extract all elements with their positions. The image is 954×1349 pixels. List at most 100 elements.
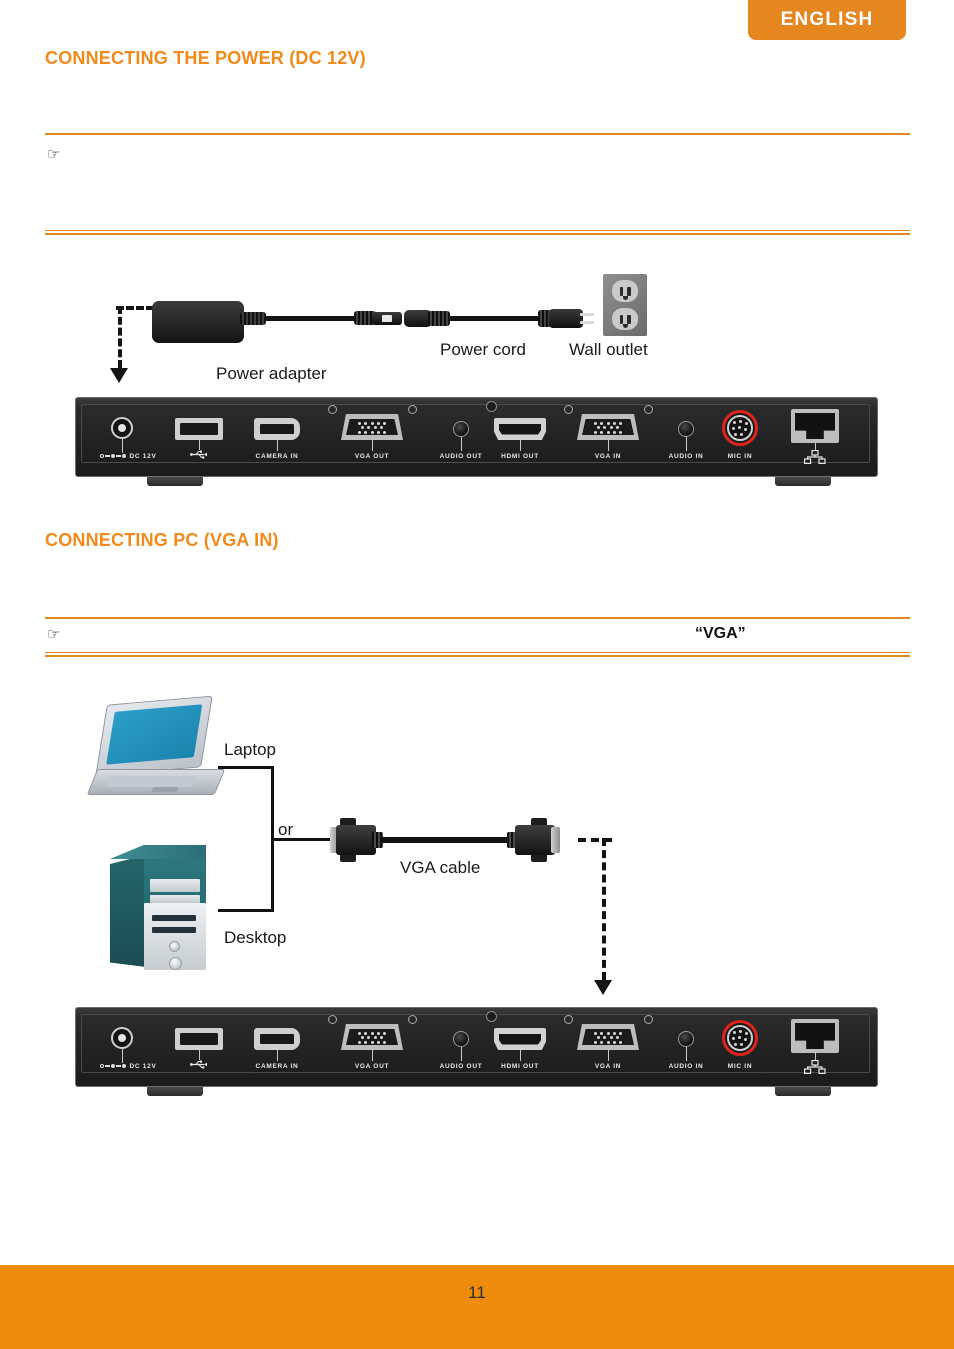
vga-in-screw-right bbox=[644, 1015, 653, 1024]
mic-in-connector bbox=[727, 1025, 753, 1051]
section-heading-power: CONNECTING THE POWER (DC 12V) bbox=[45, 48, 366, 68]
manual-page: ENGLISH CONNECTING THE POWER (DC 12V) ☞ bbox=[0, 0, 954, 1349]
note-box-power: ☞ bbox=[45, 133, 910, 235]
note-rule-top bbox=[45, 133, 910, 135]
label-wall-outlet: Wall outlet bbox=[569, 340, 648, 359]
power-cord-wire bbox=[448, 316, 546, 321]
label-desktop: Desktop bbox=[224, 928, 287, 947]
port-label-camera-in: CAMERA IN bbox=[255, 453, 299, 460]
port-label-vga-out: VGA OUT bbox=[354, 453, 390, 460]
note-rule-top bbox=[45, 617, 910, 619]
bracket-arm-laptop bbox=[218, 766, 274, 769]
panel-foot-right bbox=[775, 1087, 831, 1096]
port-stem-usb bbox=[199, 440, 200, 450]
port-camera-in bbox=[254, 418, 300, 440]
usb-icon bbox=[190, 450, 207, 459]
vga-cable-wire bbox=[380, 837, 514, 843]
panel-screw bbox=[486, 401, 497, 412]
label-power-cord: Power cord bbox=[440, 340, 526, 359]
port-stem-camera bbox=[277, 440, 278, 451]
note-text-vga: “VGA” bbox=[695, 625, 746, 642]
pointing-hand-icon: ☞ bbox=[47, 626, 61, 643]
port-usb bbox=[175, 1028, 223, 1050]
port-rj45-lan bbox=[791, 409, 839, 443]
port-stem-hdmi bbox=[520, 440, 521, 451]
vga-out-screw-right bbox=[408, 405, 417, 414]
note-rule-bottom-thin bbox=[45, 652, 910, 653]
port-mic-in bbox=[722, 1020, 758, 1056]
vga-cable-connector-left bbox=[328, 818, 384, 862]
panel-foot-left bbox=[147, 477, 203, 486]
port-label-audio-in: AUDIO IN bbox=[668, 1063, 704, 1070]
port-label-audio-in: AUDIO IN bbox=[668, 453, 704, 460]
page-footer: 11 bbox=[0, 1265, 954, 1349]
desktop-tower-illustration bbox=[110, 845, 210, 970]
port-label-audio-out: AUDIO OUT bbox=[439, 1063, 483, 1070]
port-usb bbox=[175, 418, 223, 440]
vga-in-screw-right bbox=[644, 405, 653, 414]
bracket-arm-desktop bbox=[218, 909, 274, 912]
port-stem-vga-out bbox=[372, 1050, 373, 1061]
panel-foot-left bbox=[147, 1087, 203, 1096]
vga-out-screw-left bbox=[328, 405, 337, 414]
port-label-vga-in: VGA IN bbox=[594, 453, 622, 460]
panel-screw bbox=[486, 1011, 497, 1022]
port-hdmi-out bbox=[494, 1028, 546, 1050]
port-audio-out bbox=[453, 1031, 469, 1047]
wall-outlet-socket-bottom bbox=[612, 308, 638, 330]
port-stem-audio-out bbox=[461, 437, 462, 451]
port-label-vga-in: VGA IN bbox=[594, 1063, 622, 1070]
port-audio-out bbox=[453, 421, 469, 437]
power-adapter-brick bbox=[152, 301, 244, 343]
port-stem-vga-in bbox=[608, 1050, 609, 1061]
port-stem-audio-out bbox=[461, 1047, 462, 1061]
vga-cable-connector-right bbox=[505, 818, 561, 862]
port-label-hdmi-out: HDMI OUT bbox=[501, 453, 539, 460]
adapter-barrel-tip bbox=[382, 315, 392, 322]
port-stem-vga-in bbox=[608, 440, 609, 451]
port-camera-in bbox=[254, 1028, 300, 1050]
page-number: 11 bbox=[468, 1283, 486, 1302]
port-label-vga-out: VGA OUT bbox=[354, 1063, 390, 1070]
power-cord-grip bbox=[428, 311, 450, 326]
mic-in-connector bbox=[727, 415, 753, 441]
port-stem-vga-out bbox=[372, 440, 373, 451]
power-cord-ac-plug bbox=[549, 309, 583, 328]
label-vga-cable: VGA cable bbox=[400, 858, 481, 877]
port-label-mic-in: MIC IN bbox=[727, 453, 753, 460]
network-icon bbox=[804, 450, 826, 464]
port-label-dc-12v: DC 12V bbox=[129, 1063, 157, 1070]
wall-outlet-socket-top bbox=[612, 280, 638, 302]
vga-out-screw-left bbox=[328, 1015, 337, 1024]
adapter-cable bbox=[264, 316, 356, 321]
label-laptop: Laptop bbox=[224, 740, 276, 759]
device-back-panel-vga: DC 12V CAMERA IN VGA OUT AUDIO OUT HDMI … bbox=[75, 1007, 878, 1096]
vga-in-screw-left bbox=[564, 1015, 573, 1024]
language-tab-label: ENGLISH bbox=[780, 9, 874, 30]
vga-out-screw-right bbox=[408, 1015, 417, 1024]
port-audio-in bbox=[678, 1031, 694, 1047]
ac-prong-bottom bbox=[580, 321, 594, 324]
port-vga-out bbox=[341, 414, 403, 440]
port-stem-dc bbox=[122, 439, 123, 453]
port-audio-in bbox=[678, 421, 694, 437]
note-rule-bottom bbox=[45, 233, 910, 235]
note-rule-bottom bbox=[45, 655, 910, 657]
port-hdmi-out bbox=[494, 418, 546, 440]
note-rule-bottom-thin bbox=[45, 230, 910, 231]
usb-icon bbox=[190, 1060, 207, 1069]
port-label-mic-in: MIC IN bbox=[727, 1063, 753, 1070]
port-stem-hdmi bbox=[520, 1050, 521, 1061]
power-arrow-head bbox=[110, 368, 128, 383]
panel-foot-right bbox=[775, 477, 831, 486]
laptop-illustration bbox=[86, 695, 226, 795]
port-label-hdmi-out: HDMI OUT bbox=[501, 1063, 539, 1070]
label-power-adapter: Power adapter bbox=[216, 364, 327, 383]
port-stem-audio-in bbox=[686, 1047, 687, 1061]
language-tab-english[interactable]: ENGLISH bbox=[748, 0, 906, 40]
label-or: or bbox=[278, 820, 294, 839]
port-label-audio-out: AUDIO OUT bbox=[439, 453, 483, 460]
note-box-vga: ☞ “VGA” bbox=[45, 617, 910, 657]
port-label-camera-in: CAMERA IN bbox=[255, 1063, 299, 1070]
power-adapter-strain-relief bbox=[240, 312, 266, 325]
